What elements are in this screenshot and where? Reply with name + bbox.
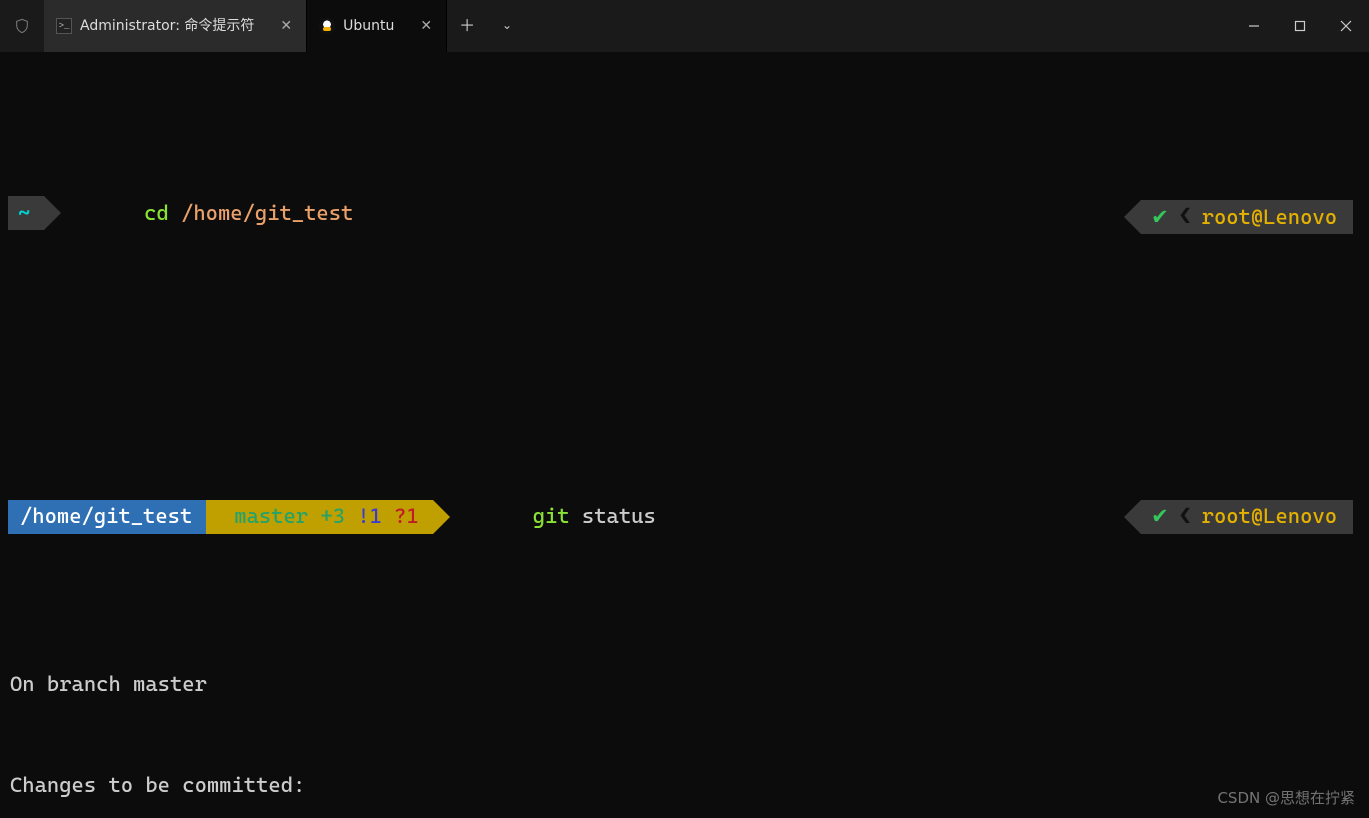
tab-dropdown-button[interactable]: ⌄ [487,0,527,52]
tab-ubuntu[interactable]: Ubuntu ✕ [307,0,447,52]
tux-icon [319,18,335,34]
git-stat-untracked: ?1 [394,500,419,534]
prompt-home: ~ [18,197,30,231]
out-to-commit: Changes to be committed: [8,769,1361,803]
user-host: root@Lenovo [1202,500,1337,534]
command-line-1: cd /home/git_test [44,163,353,264]
prompt-git-seg: master +3 !1 ?1 [206,500,433,534]
shield-icon [0,0,44,52]
titlebar: >_ Administrator: 命令提示符 ✕ Ubuntu ✕ ＋ ⌄ [0,0,1369,52]
git-stat-mod: !1 [357,500,382,534]
command-line-2: git status [433,466,656,567]
tab-cmd-label: Administrator: 命令提示符 [80,15,254,37]
rhs-user-badge: ✔ ❮ root@Lenovo [1124,500,1353,534]
git-stat-add: +3 [320,500,345,534]
prompt-path: /home/git_test [20,500,192,534]
maximize-button[interactable] [1277,0,1323,52]
close-window-button[interactable] [1323,0,1369,52]
user-host: root@Lenovo [1202,201,1337,235]
cmd-cd-arg: /home/git_test [181,201,353,225]
cmd-cd: cd [144,201,169,225]
prompt-home-seg: ~ [8,196,44,230]
close-icon[interactable]: ✕ [280,15,292,37]
rhs-user-badge: ✔ ❮ root@Lenovo [1124,200,1353,234]
tab-cmd[interactable]: >_ Administrator: 命令提示符 ✕ [44,0,307,52]
watermark: CSDN @思想在拧紧 [1217,786,1355,810]
close-icon[interactable]: ✕ [420,15,432,37]
minimize-button[interactable] [1231,0,1277,52]
window-controls [1231,0,1369,52]
cmd-icon: >_ [56,18,72,34]
cmd-git-sub: status [582,504,656,528]
status-check-icon: ✔ [1151,201,1169,235]
out-on-branch: On branch master [8,668,1361,702]
terminal-body[interactable]: ~ cd /home/git_test ✔ ❮ root@Lenovo /hom… [0,52,1369,818]
status-check-icon: ✔ [1151,500,1169,534]
prompt-path-seg: /home/git_test [8,500,206,534]
git-branch: master [234,500,308,534]
tab-ubuntu-label: Ubuntu [343,15,394,37]
new-tab-button[interactable]: ＋ [447,0,487,52]
cmd-git: git [533,504,570,528]
